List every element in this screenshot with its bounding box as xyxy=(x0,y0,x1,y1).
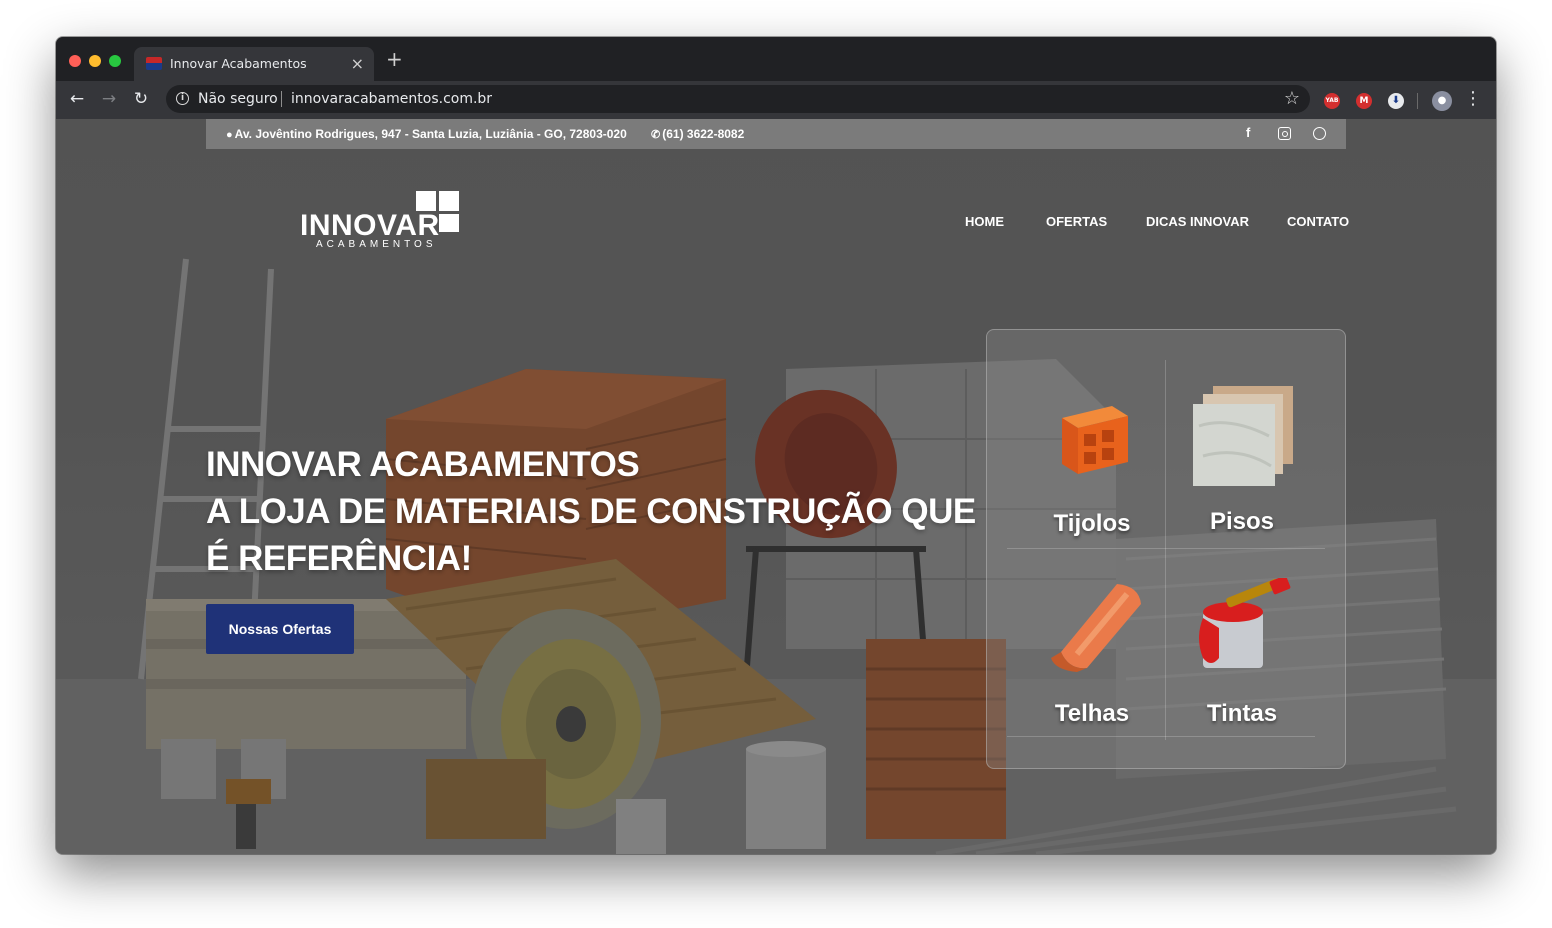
tab-title: Innovar Acabamentos xyxy=(170,56,307,71)
page-viewport: ● Av. Jovêntino Rodrigues, 947 - Santa Lu… xyxy=(56,119,1496,854)
logo-squares-icon xyxy=(416,191,460,235)
logo-subtitle: ACABAMENTOS xyxy=(316,239,437,250)
tab-close-icon[interactable]: × xyxy=(351,54,364,73)
brick-icon xyxy=(1062,406,1128,474)
minimize-window-button[interactable] xyxy=(89,55,101,67)
category-pisos[interactable]: Pisos xyxy=(1167,378,1317,548)
store-address: ● Av. Jovêntino Rodrigues, 947 - Santa Lu… xyxy=(226,127,627,141)
category-telhas[interactable]: Telhas xyxy=(1017,570,1167,740)
phone-text[interactable]: (61) 3622-8082 xyxy=(662,127,744,141)
bookmark-star-icon[interactable]: ☆ xyxy=(1284,88,1300,109)
nav-home[interactable]: HOME xyxy=(965,214,1004,229)
browser-menu-icon[interactable]: ⋮ xyxy=(1464,88,1482,109)
hero-headline: INNOVAR ACABAMENTOS A LOJA DE MATERIAIS … xyxy=(206,441,986,582)
forward-arrow-icon[interactable]: → xyxy=(98,88,120,110)
category-label-tijolos: Tijolos xyxy=(1053,510,1131,537)
category-tijolos[interactable]: Tijolos xyxy=(1017,378,1167,548)
site-info-icon[interactable]: i xyxy=(176,92,189,105)
reload-icon[interactable]: ↻ xyxy=(130,88,152,110)
new-tab-button[interactable]: + xyxy=(386,49,403,69)
map-pin-icon: ● xyxy=(226,129,233,141)
site-favicon-icon xyxy=(146,57,162,70)
profile-avatar-icon[interactable]: ● xyxy=(1432,91,1452,111)
store-phone[interactable]: ✆ (61) 3622-8082 xyxy=(651,127,744,141)
category-panel: Tijolos Pisos Telhas Tintas xyxy=(986,329,1346,769)
url-text[interactable]: innovaracabamentos.com.br xyxy=(291,91,492,107)
maximize-window-button[interactable] xyxy=(109,55,121,67)
address-bar[interactable]: i Não seguro innovaracabamentos.com.br ☆ xyxy=(166,85,1310,113)
m-extension-icon[interactable]: M xyxy=(1356,93,1372,109)
category-label-tintas: Tintas xyxy=(1206,700,1278,727)
site-logo[interactable]: INNOVAR ACABAMENTOS xyxy=(300,191,464,253)
top-info-bar: ● Av. Jovêntino Rodrigues, 947 - Santa Lu… xyxy=(206,119,1346,149)
browser-window: Innovar Acabamentos × + ← → ↻ i Não segu… xyxy=(56,37,1496,854)
close-window-button[interactable] xyxy=(69,55,81,67)
toolbar-separator xyxy=(1417,93,1418,109)
whatsapp-icon[interactable] xyxy=(1313,127,1326,140)
nav-dicas-innovar[interactable]: DICAS INNOVAR xyxy=(1146,214,1249,229)
hero-line-2: A LOJA DE MATERIAIS DE CONSTRUÇÃO QUE xyxy=(206,492,976,531)
category-tintas[interactable]: Tintas xyxy=(1167,570,1317,740)
browser-toolbar: ← → ↻ i Não seguro innovaracabamentos.co… xyxy=(56,81,1496,120)
category-label-pisos: Pisos xyxy=(1209,508,1275,535)
hero-line-1: INNOVAR ACABAMENTOS xyxy=(206,445,640,484)
paint-can-icon xyxy=(1199,578,1291,668)
active-tab[interactable]: Innovar Acabamentos × xyxy=(134,47,374,81)
back-arrow-icon[interactable]: ← xyxy=(66,88,88,110)
floor-tiles-icon xyxy=(1193,386,1293,486)
phone-icon: ✆ xyxy=(651,129,661,141)
nossas-ofertas-button[interactable]: Nossas Ofertas xyxy=(206,604,354,654)
nav-ofertas[interactable]: OFERTAS xyxy=(1046,214,1107,229)
category-label-telhas: Telhas xyxy=(1054,700,1130,727)
tab-strip: Innovar Acabamentos × + xyxy=(56,37,1496,81)
category-divider-horizontal xyxy=(1007,548,1325,549)
download-extension-icon[interactable]: ⬇ xyxy=(1388,93,1404,109)
roof-tile-icon xyxy=(1051,584,1141,672)
security-label[interactable]: Não seguro xyxy=(198,91,278,107)
instagram-icon[interactable] xyxy=(1278,127,1291,140)
address-text: Av. Jovêntino Rodrigues, 947 - Santa Luz… xyxy=(234,127,627,141)
address-separator xyxy=(281,91,282,107)
facebook-icon[interactable]: f xyxy=(1246,125,1250,140)
yab-extension-icon[interactable]: YAB xyxy=(1324,93,1340,109)
hero-line-3: É REFERÊNCIA! xyxy=(206,539,472,578)
nav-contato[interactable]: CONTATO xyxy=(1287,214,1349,229)
